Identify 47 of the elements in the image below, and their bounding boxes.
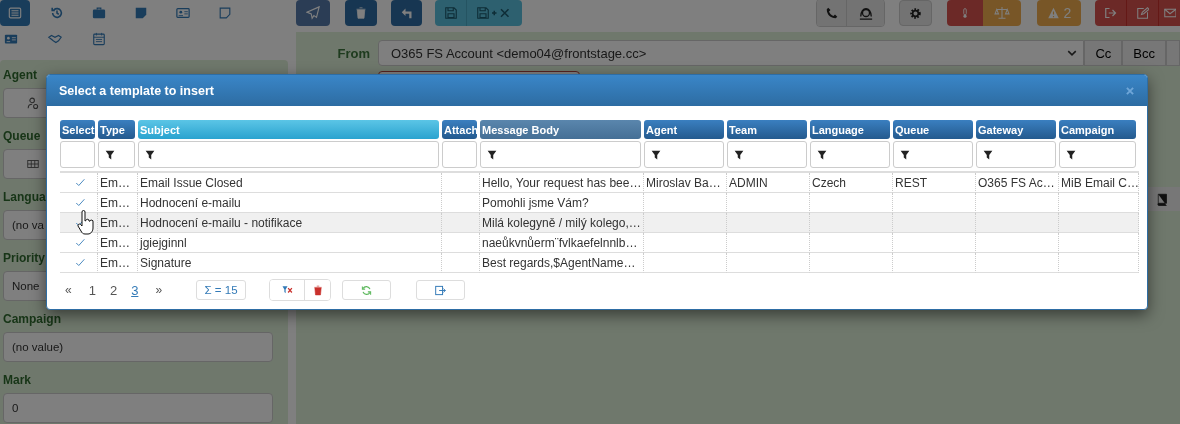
select-field[interactable]: 0	[3, 393, 273, 423]
table-cell: Em…	[98, 253, 138, 273]
column-header[interactable]: Gateway	[976, 120, 1056, 139]
page-link[interactable]: 3	[128, 282, 142, 298]
pager-last[interactable]: »	[148, 283, 170, 297]
table-cell: Czech	[810, 173, 893, 193]
field-label: Agent	[3, 68, 37, 82]
field-label: Priority	[3, 251, 45, 265]
column-header[interactable]: Select	[60, 120, 95, 139]
column-header[interactable]: Attach	[442, 120, 477, 139]
table-cell: Hodnocení e-mailu - notifikace	[138, 213, 442, 233]
from-select[interactable]: O365 FS Account <demo04@frontstage.cc>	[378, 40, 1085, 66]
table-cell: REST	[893, 173, 976, 193]
field-label: Langua	[3, 190, 46, 204]
table-cell: O365 FS Ac…	[976, 173, 1059, 193]
column-header[interactable]: Queue	[893, 120, 973, 139]
table-cell: Em…	[98, 233, 138, 253]
dialog-title: Select a template to insert	[59, 83, 214, 98]
table-cell: Hello, Your request has bee…	[480, 173, 644, 193]
from-label: From	[336, 45, 370, 61]
page-link[interactable]: 1	[85, 282, 99, 298]
table-cell: Em…	[98, 213, 138, 233]
table-cell: Best regards,$AgentName…	[480, 253, 644, 273]
table-cell: ADMIN	[727, 173, 810, 193]
total-count-button[interactable]: Σ = 15	[196, 280, 247, 300]
column-header[interactable]: Campaign	[1059, 120, 1136, 139]
cc-button[interactable]: Bcc	[1122, 40, 1166, 66]
table-cell: jgiejginnl	[138, 233, 442, 253]
cc-button[interactable]: Cc	[1084, 40, 1123, 66]
page-link[interactable]: 2	[106, 282, 121, 298]
field-label: Mark	[3, 373, 31, 387]
table-cell: Em…	[98, 173, 138, 193]
column-header[interactable]: Team	[727, 120, 807, 139]
table-cell: Email Issue Closed	[138, 173, 442, 193]
pager-first[interactable]: «	[58, 283, 79, 297]
table-cell: naeůkvnůerm¨fvlkaefelnnlb…	[480, 233, 644, 253]
select-field[interactable]: (no value)	[3, 332, 273, 362]
field-label: Queue	[3, 129, 41, 143]
column-header[interactable]: Type	[98, 120, 135, 139]
table-cell: Miroslav Ba…	[644, 173, 727, 193]
table-cell: MiB Email C…	[1059, 173, 1139, 193]
column-header[interactable]: Message Body	[480, 120, 641, 139]
table-cell: Milá kolegyně / milý kolego,…	[480, 213, 644, 233]
field-label: Campaign	[3, 312, 61, 326]
column-header[interactable]: Language	[810, 120, 890, 139]
table-cell: Signature	[138, 253, 442, 273]
column-header[interactable]: Agent	[644, 120, 724, 139]
